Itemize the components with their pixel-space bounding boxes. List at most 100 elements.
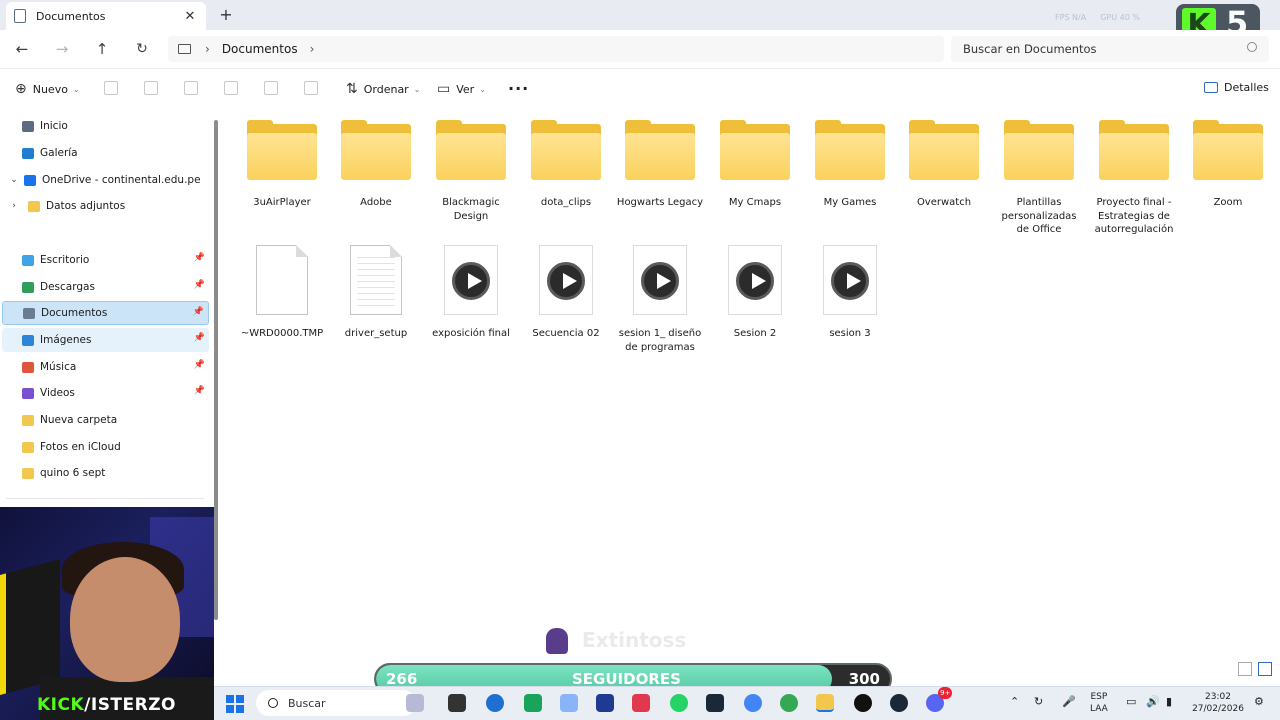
file-item[interactable]: sesion 3 — [804, 232, 896, 341]
itunes-icon[interactable] — [560, 694, 578, 712]
paste-icon[interactable] — [184, 81, 198, 95]
sort-button[interactable]: ⇅ Ordenar ⌄ — [346, 81, 420, 97]
discord-badge: 9+ — [938, 687, 953, 699]
figma-icon[interactable] — [632, 694, 650, 712]
details-button[interactable]: Detalles — [1204, 81, 1269, 94]
taskbar-search[interactable]: Buscar — [256, 690, 416, 716]
new-button[interactable]: ⊕ Nuevo ⌄ — [15, 81, 80, 97]
sidebar-item-música[interactable]: Música 📌 — [2, 355, 209, 379]
taskbar-search-label: Buscar — [288, 696, 326, 710]
chevron-up-icon[interactable]: ⌃ — [1010, 696, 1019, 708]
pin-icon[interactable]: 📌 — [194, 280, 205, 290]
sidebar-item-fotos-en-icloud[interactable]: Fotos en iCloud — [2, 435, 209, 459]
chevron-down-icon[interactable]: ⌄ — [8, 175, 20, 185]
steam-icon[interactable] — [706, 694, 724, 712]
chrome-profile-icon[interactable] — [780, 694, 798, 712]
pin-icon[interactable]: 📌 — [194, 360, 205, 370]
store-icon[interactable] — [596, 694, 614, 712]
folder-icon — [1099, 120, 1169, 180]
sidebar-item-nueva-carpeta[interactable]: Nueva carpeta — [2, 408, 209, 432]
back-button[interactable]: ← — [11, 38, 33, 60]
desktop-icon — [22, 254, 34, 266]
sidebar-item-label: Documentos — [41, 307, 108, 319]
battery-icon[interactable]: ▮ — [1166, 696, 1172, 708]
obs-icon[interactable] — [854, 694, 872, 712]
chevron-right-icon[interactable]: › — [8, 201, 20, 211]
sidebar-item-datos-adjuntos[interactable]: › Datos adjuntos — [2, 194, 209, 218]
copy-icon[interactable] — [144, 81, 158, 95]
terminal-icon[interactable] — [448, 694, 466, 712]
folder-item[interactable]: 3uAirPlayer — [236, 110, 328, 210]
file-item[interactable]: ~WRD0000.TMP — [236, 232, 328, 341]
excel-icon[interactable] — [524, 694, 542, 712]
file-item[interactable]: Secuencia 02 — [520, 232, 612, 341]
sidebar-item-galería[interactable]: Galería — [2, 141, 209, 165]
up-button[interactable]: ↑ — [91, 38, 113, 60]
folder-name: dota_clips — [540, 197, 592, 208]
folder-item[interactable]: Proyecto final - Estrategias de autorregul… — [1088, 110, 1180, 237]
folder-item[interactable]: Hogwarts Legacy — [614, 110, 706, 210]
sidebar-item-escritorio[interactable]: Escritorio 📌 — [2, 248, 209, 272]
folder-item[interactable]: Overwatch — [898, 110, 990, 210]
forward-button[interactable]: → — [51, 38, 73, 60]
language-indicator[interactable]: ESP LAA — [1090, 691, 1108, 715]
large-icons-view-icon[interactable] — [1258, 662, 1272, 676]
new-tab-button[interactable]: + — [218, 5, 234, 24]
delete-icon[interactable] — [304, 81, 318, 95]
sidebar-item-onedrive-continental-edu-pe[interactable]: ⌄ OneDrive - continental.edu.pe — [2, 168, 209, 192]
file-explorer-icon[interactable] — [816, 694, 834, 712]
folder-item[interactable]: dota_clips — [520, 110, 612, 210]
sidebar-scrollbar[interactable] — [214, 120, 218, 620]
start-button[interactable] — [226, 695, 244, 713]
sidebar-item-descargas[interactable]: Descargas 📌 — [2, 275, 209, 299]
chevron-right-icon[interactable]: › — [310, 42, 315, 56]
rename-icon[interactable] — [224, 81, 238, 95]
sidebar-item-imágenes[interactable]: Imágenes 📌 — [2, 328, 209, 352]
folder-item[interactable]: My Games — [804, 110, 896, 210]
chrome-icon[interactable] — [744, 694, 762, 712]
breadcrumb-documentos[interactable]: Documentos — [222, 42, 298, 56]
folder-item[interactable]: Adobe — [330, 110, 422, 210]
monitor-icon — [178, 44, 191, 54]
pin-icon[interactable]: 📌 — [193, 307, 204, 317]
folder-item[interactable]: Zoom — [1182, 110, 1274, 210]
clock[interactable]: 23:02 27/02/2026 — [1188, 691, 1248, 715]
folder-item[interactable]: Plantillas personalizadas de Office — [993, 110, 1085, 237]
network-icon[interactable]: ▭ — [1126, 696, 1136, 708]
sidebar-item-inicio[interactable]: Inicio — [2, 114, 209, 138]
sidebar-item-videos[interactable]: Videos 📌 — [2, 381, 209, 405]
pin-icon[interactable]: 📌 — [194, 333, 205, 343]
sync-icon[interactable]: ↻ — [1034, 696, 1043, 708]
sidebar-item-documentos[interactable]: Documentos 📌 — [2, 301, 209, 325]
share-icon[interactable] — [264, 81, 278, 95]
ninja-avatar-icon — [546, 628, 568, 654]
file-item[interactable]: exposición final — [425, 232, 517, 341]
details-view-icon[interactable] — [1238, 662, 1252, 676]
microphone-icon[interactable]: 🎤 — [1062, 696, 1076, 708]
close-tab-icon[interactable]: ✕ — [182, 9, 198, 24]
refresh-button[interactable]: ↻ — [131, 38, 153, 60]
sidebar-item-quino-6-sept[interactable]: quino 6 sept — [2, 461, 209, 485]
file-item[interactable]: sesion 1_ diseño de programas — [614, 232, 706, 354]
chevron-right-icon[interactable]: › — [205, 42, 210, 56]
more-options-icon[interactable]: ··· — [508, 79, 529, 98]
volume-icon[interactable]: 🔊 — [1146, 696, 1160, 708]
cut-icon[interactable] — [104, 81, 118, 95]
address-bar[interactable]: › Documentos › — [168, 36, 944, 62]
settings-icon[interactable]: ⚙ — [1254, 696, 1264, 708]
folder-item[interactable]: My Cmaps — [709, 110, 801, 210]
steam-client-icon[interactable] — [890, 694, 908, 712]
edge-icon[interactable] — [486, 694, 504, 712]
file-item[interactable]: Sesion 2 — [709, 232, 801, 341]
view-button[interactable]: ▭ Ver ⌄ — [437, 81, 486, 97]
whatsapp-icon[interactable] — [670, 694, 688, 712]
search-input[interactable]: Buscar en Documentos — [951, 36, 1269, 62]
file-item[interactable]: driver_setup — [330, 232, 422, 341]
file-name: driver_setup — [344, 328, 408, 339]
tab-documentos[interactable]: Documentos ✕ — [6, 2, 206, 30]
widgets-icon[interactable] — [406, 694, 424, 712]
home-icon — [22, 120, 34, 132]
pin-icon[interactable]: 📌 — [194, 386, 205, 396]
folder-item[interactable]: Blackmagic Design — [425, 110, 517, 223]
pin-icon[interactable]: 📌 — [194, 253, 205, 263]
